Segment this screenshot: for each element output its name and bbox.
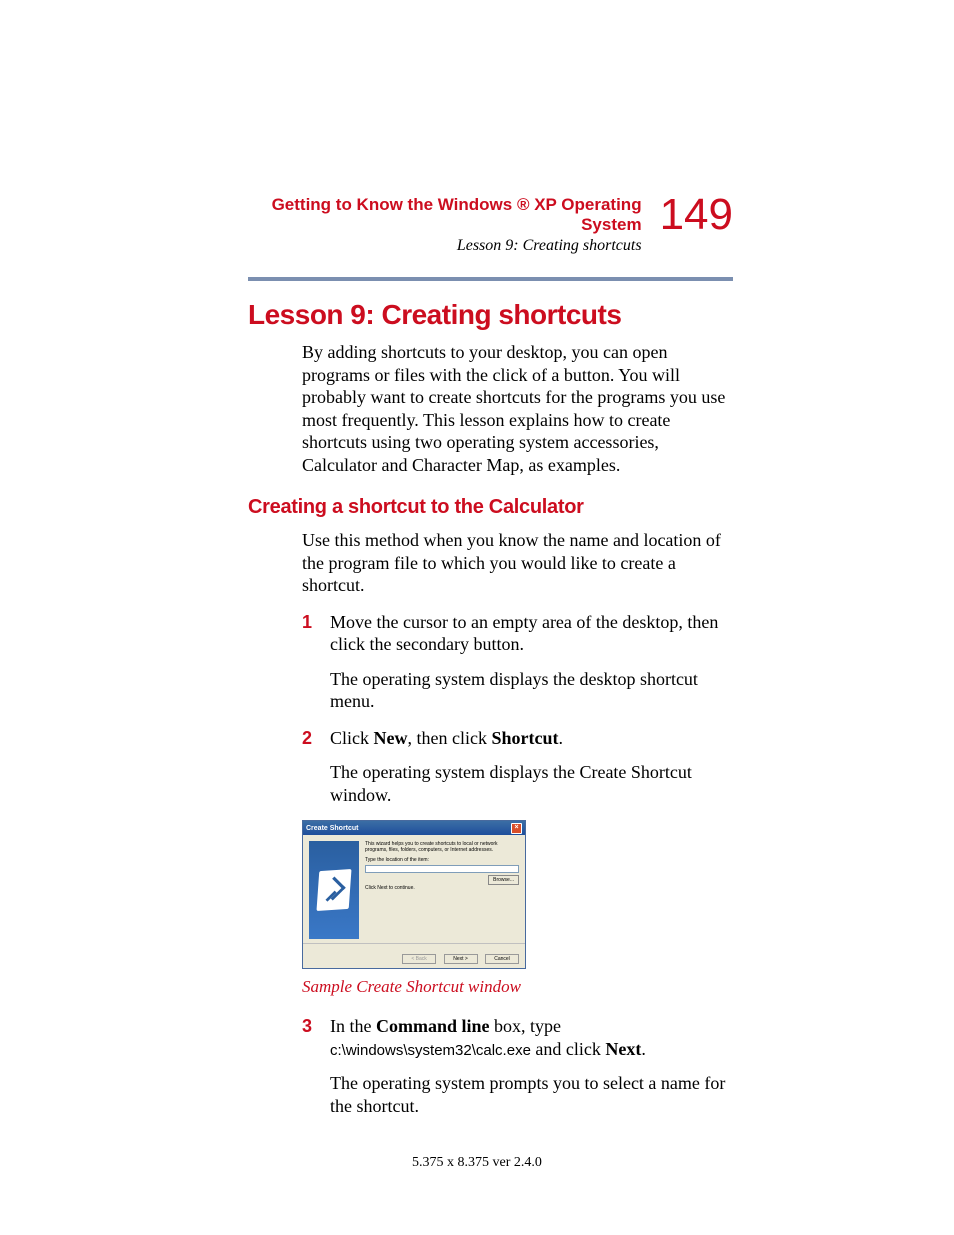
close-icon[interactable]: × bbox=[511, 823, 522, 834]
dialog-desc: This wizard helps you to create shortcut… bbox=[365, 841, 519, 853]
dialog-label: Type the location of the item: bbox=[365, 857, 519, 863]
running-subtitle: Lesson 9: Creating shortcuts bbox=[248, 237, 642, 255]
t: Click bbox=[330, 728, 374, 748]
bold: Command line bbox=[376, 1016, 490, 1036]
dialog-title: Create Shortcut bbox=[306, 825, 359, 832]
shortcut-arrow-icon bbox=[316, 869, 351, 911]
bold: Shortcut bbox=[491, 728, 558, 748]
step-3-text: In the Command line box, type c:\windows… bbox=[330, 1015, 733, 1060]
dialog-hint: Click Next to continue. bbox=[365, 885, 519, 891]
heading-2: Creating a shortcut to the Calculator bbox=[248, 496, 733, 519]
t: . bbox=[558, 728, 563, 748]
dialog-titlebar: Create Shortcut × bbox=[303, 821, 525, 835]
step-1-sub: The operating system displays the deskto… bbox=[330, 668, 733, 713]
dialog-button-row: < Back Next > Cancel bbox=[303, 943, 525, 968]
paragraph-2: Use this method when you know the name a… bbox=[302, 529, 733, 597]
code: c:\windows\system32\calc.exe bbox=[330, 1042, 531, 1059]
cancel-button[interactable]: Cancel bbox=[485, 954, 519, 964]
step-2-text: Click New, then click Shortcut. bbox=[330, 727, 733, 750]
dialog-body: This wizard helps you to create shortcut… bbox=[303, 835, 525, 943]
heading-1: Lesson 9: Creating shortcuts bbox=[248, 299, 733, 331]
browse-button[interactable]: Browse... bbox=[488, 875, 519, 885]
header-rule bbox=[248, 277, 733, 281]
t: and click bbox=[531, 1039, 605, 1059]
step-number: 3 bbox=[302, 1015, 330, 1060]
step-number: 1 bbox=[302, 611, 330, 656]
step-1: 1 Move the cursor to an empty area of th… bbox=[302, 611, 733, 656]
step-3: 3 In the Command line box, type c:\windo… bbox=[302, 1015, 733, 1060]
page-header: Getting to Know the Windows ® XP Operati… bbox=[248, 195, 733, 255]
t: In the bbox=[330, 1016, 376, 1036]
bold: New bbox=[374, 728, 408, 748]
running-title: Getting to Know the Windows ® XP Operati… bbox=[248, 195, 642, 235]
intro-paragraph: By adding shortcuts to your desktop, you… bbox=[302, 341, 733, 476]
dialog-side-graphic bbox=[309, 841, 359, 939]
step-1-text: Move the cursor to an empty area of the … bbox=[330, 611, 733, 656]
step-2-sub: The operating system displays the Create… bbox=[330, 761, 733, 806]
page-footer: 5.375 x 8.375 ver 2.4.0 bbox=[0, 1155, 954, 1171]
step-number: 2 bbox=[302, 727, 330, 750]
back-button: < Back bbox=[402, 954, 436, 964]
header-text-block: Getting to Know the Windows ® XP Operati… bbox=[248, 195, 642, 255]
t: , then click bbox=[408, 728, 492, 748]
page-content: Getting to Know the Windows ® XP Operati… bbox=[248, 195, 733, 1117]
location-input[interactable] bbox=[365, 865, 519, 873]
figure-caption: Sample Create Shortcut window bbox=[302, 977, 733, 997]
step-2: 2 Click New, then click Shortcut. bbox=[302, 727, 733, 750]
dialog-right: This wizard helps you to create shortcut… bbox=[359, 841, 519, 939]
page-number: 149 bbox=[660, 193, 733, 237]
next-button[interactable]: Next > bbox=[444, 954, 478, 964]
step-3-sub: The operating system prompts you to sele… bbox=[330, 1072, 733, 1117]
t: box, type bbox=[490, 1016, 562, 1036]
create-shortcut-dialog: Create Shortcut × This wizard helps you … bbox=[302, 820, 526, 969]
t: . bbox=[641, 1039, 646, 1059]
bold: Next bbox=[605, 1039, 641, 1059]
